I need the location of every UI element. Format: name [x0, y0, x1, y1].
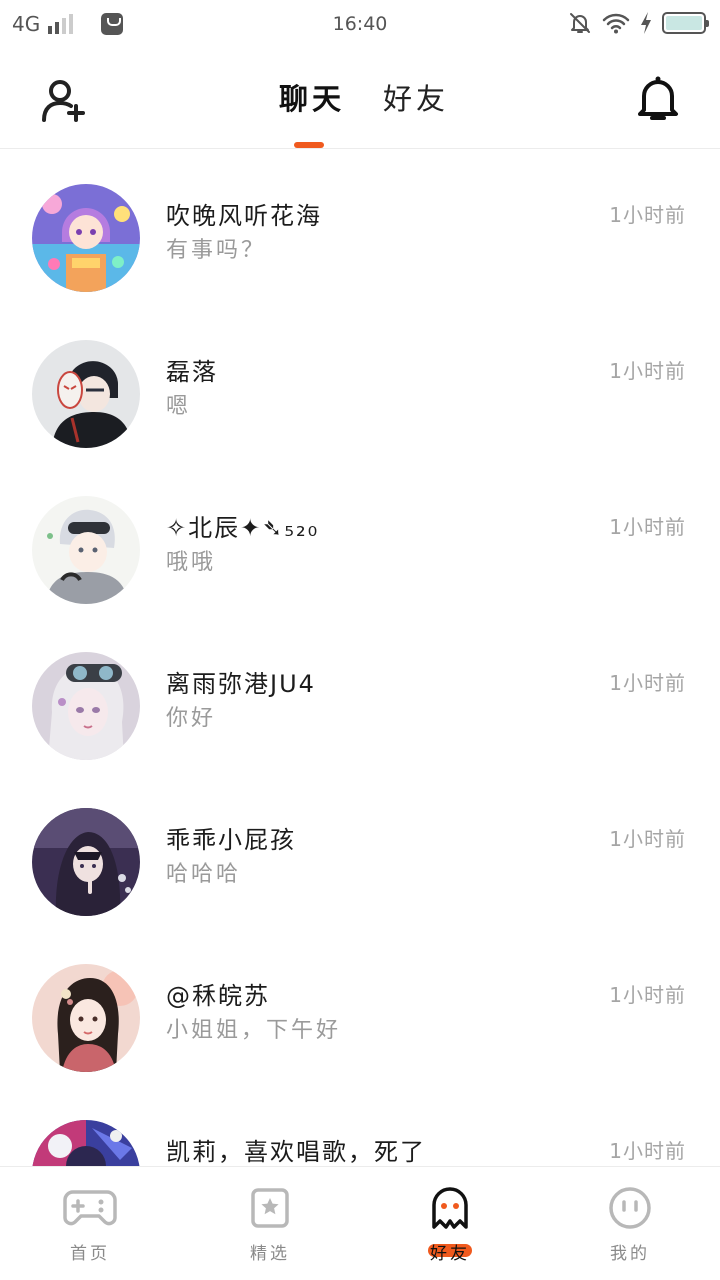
chat-last-message: 哈哈哈: [166, 862, 242, 887]
chat-item[interactable]: 磊落 嗯 1小时前: [0, 306, 720, 462]
chat-item[interactable]: 乖乖小屁孩 哈哈哈 1小时前: [0, 774, 720, 930]
avatar-hooded-boy[interactable]: [32, 808, 140, 916]
chat-last-message: 哦哦: [166, 550, 217, 575]
nav-item-me[interactable]: 我的: [540, 1167, 720, 1280]
chat-item[interactable]: 凯莉，喜欢唱歌，死了 1小时前: [0, 1086, 720, 1166]
nav-label: 好友: [430, 1244, 470, 1264]
nav-item-featured[interactable]: 精选: [180, 1167, 360, 1280]
chat-name: 乖乖小屁孩: [166, 826, 296, 854]
star-bookmark-icon: [251, 1188, 289, 1228]
chat-time: 1小时前: [609, 1139, 686, 1163]
avatar-white-hair-boy[interactable]: [32, 496, 140, 604]
chat-time: 1小时前: [609, 827, 686, 851]
avatar-colorful-girl[interactable]: [32, 1120, 140, 1166]
charging-icon: [641, 12, 651, 34]
active-tab-indicator: [294, 142, 324, 148]
nav-label: 精选: [250, 1244, 290, 1264]
chat-time: 1小时前: [609, 671, 686, 695]
chat-list: 吹晚风听花海 有事吗？ 1小时前 磊落 嗯 1小时前 ✧北辰✦➴₅₂₀ 哦哦 1…: [0, 150, 720, 1166]
chat-time: 1小时前: [609, 983, 686, 1007]
nav-item-friends[interactable]: 好友: [360, 1167, 540, 1280]
mute-bell-icon: [570, 13, 590, 33]
wifi-icon: [602, 13, 630, 34]
battery-icon: [662, 12, 709, 34]
chat-item[interactable]: @秝皖苏 小姐姐，下午好 1小时前: [0, 930, 720, 1086]
status-bar: 4G 16:40: [0, 0, 720, 50]
top-header: 聊天 好友: [0, 50, 720, 149]
chat-item[interactable]: ✧北辰✦➴₅₂₀ 哦哦 1小时前: [0, 462, 720, 618]
avatar-masked-boy[interactable]: [32, 340, 140, 448]
chat-time: 1小时前: [609, 203, 686, 227]
status-right: [568, 11, 709, 35]
chat-name: @秝皖苏: [166, 982, 270, 1010]
chat-item[interactable]: 吹晚风听花海 有事吗？ 1小时前: [0, 150, 720, 306]
chat-last-message: 有事吗？: [166, 238, 267, 263]
face-icon: [609, 1187, 651, 1229]
avatar-goggles-girl[interactable]: [32, 652, 140, 760]
nav-label: 首页: [70, 1244, 110, 1264]
chat-time: 1小时前: [609, 359, 686, 383]
chat-item[interactable]: 离雨弥港JU4 你好 1小时前: [0, 618, 720, 774]
tab-friends[interactable]: 好友: [383, 76, 449, 118]
chat-last-message: 你好: [166, 706, 217, 731]
chat-name: 磊落: [166, 358, 218, 386]
chat-last-message: 小姐姐，下午好: [166, 1018, 342, 1043]
notification-bell-icon[interactable]: [636, 74, 680, 122]
chat-time: 1小时前: [609, 515, 686, 539]
bottom-nav: 首页 精选 好友 我的: [0, 1166, 720, 1280]
tab-chat[interactable]: 聊天: [279, 76, 345, 118]
ghost-icon: [432, 1187, 468, 1229]
chat-name: ✧北辰✦➴₅₂₀: [166, 514, 320, 542]
avatar-anime-girl-purple[interactable]: [32, 184, 140, 292]
gamepad-icon: [63, 1190, 117, 1226]
chat-name: 凯莉，喜欢唱歌，死了: [166, 1138, 426, 1166]
chat-last-message: 嗯: [166, 394, 192, 419]
nav-item-home[interactable]: 首页: [0, 1167, 180, 1280]
nav-label: 我的: [610, 1244, 650, 1264]
header-tabs: 聊天 好友: [0, 76, 720, 118]
chat-name: 吹晚风听花海: [166, 202, 322, 230]
avatar-hanfu-girl[interactable]: [32, 964, 140, 1072]
chat-name: 离雨弥港JU4: [166, 670, 316, 698]
